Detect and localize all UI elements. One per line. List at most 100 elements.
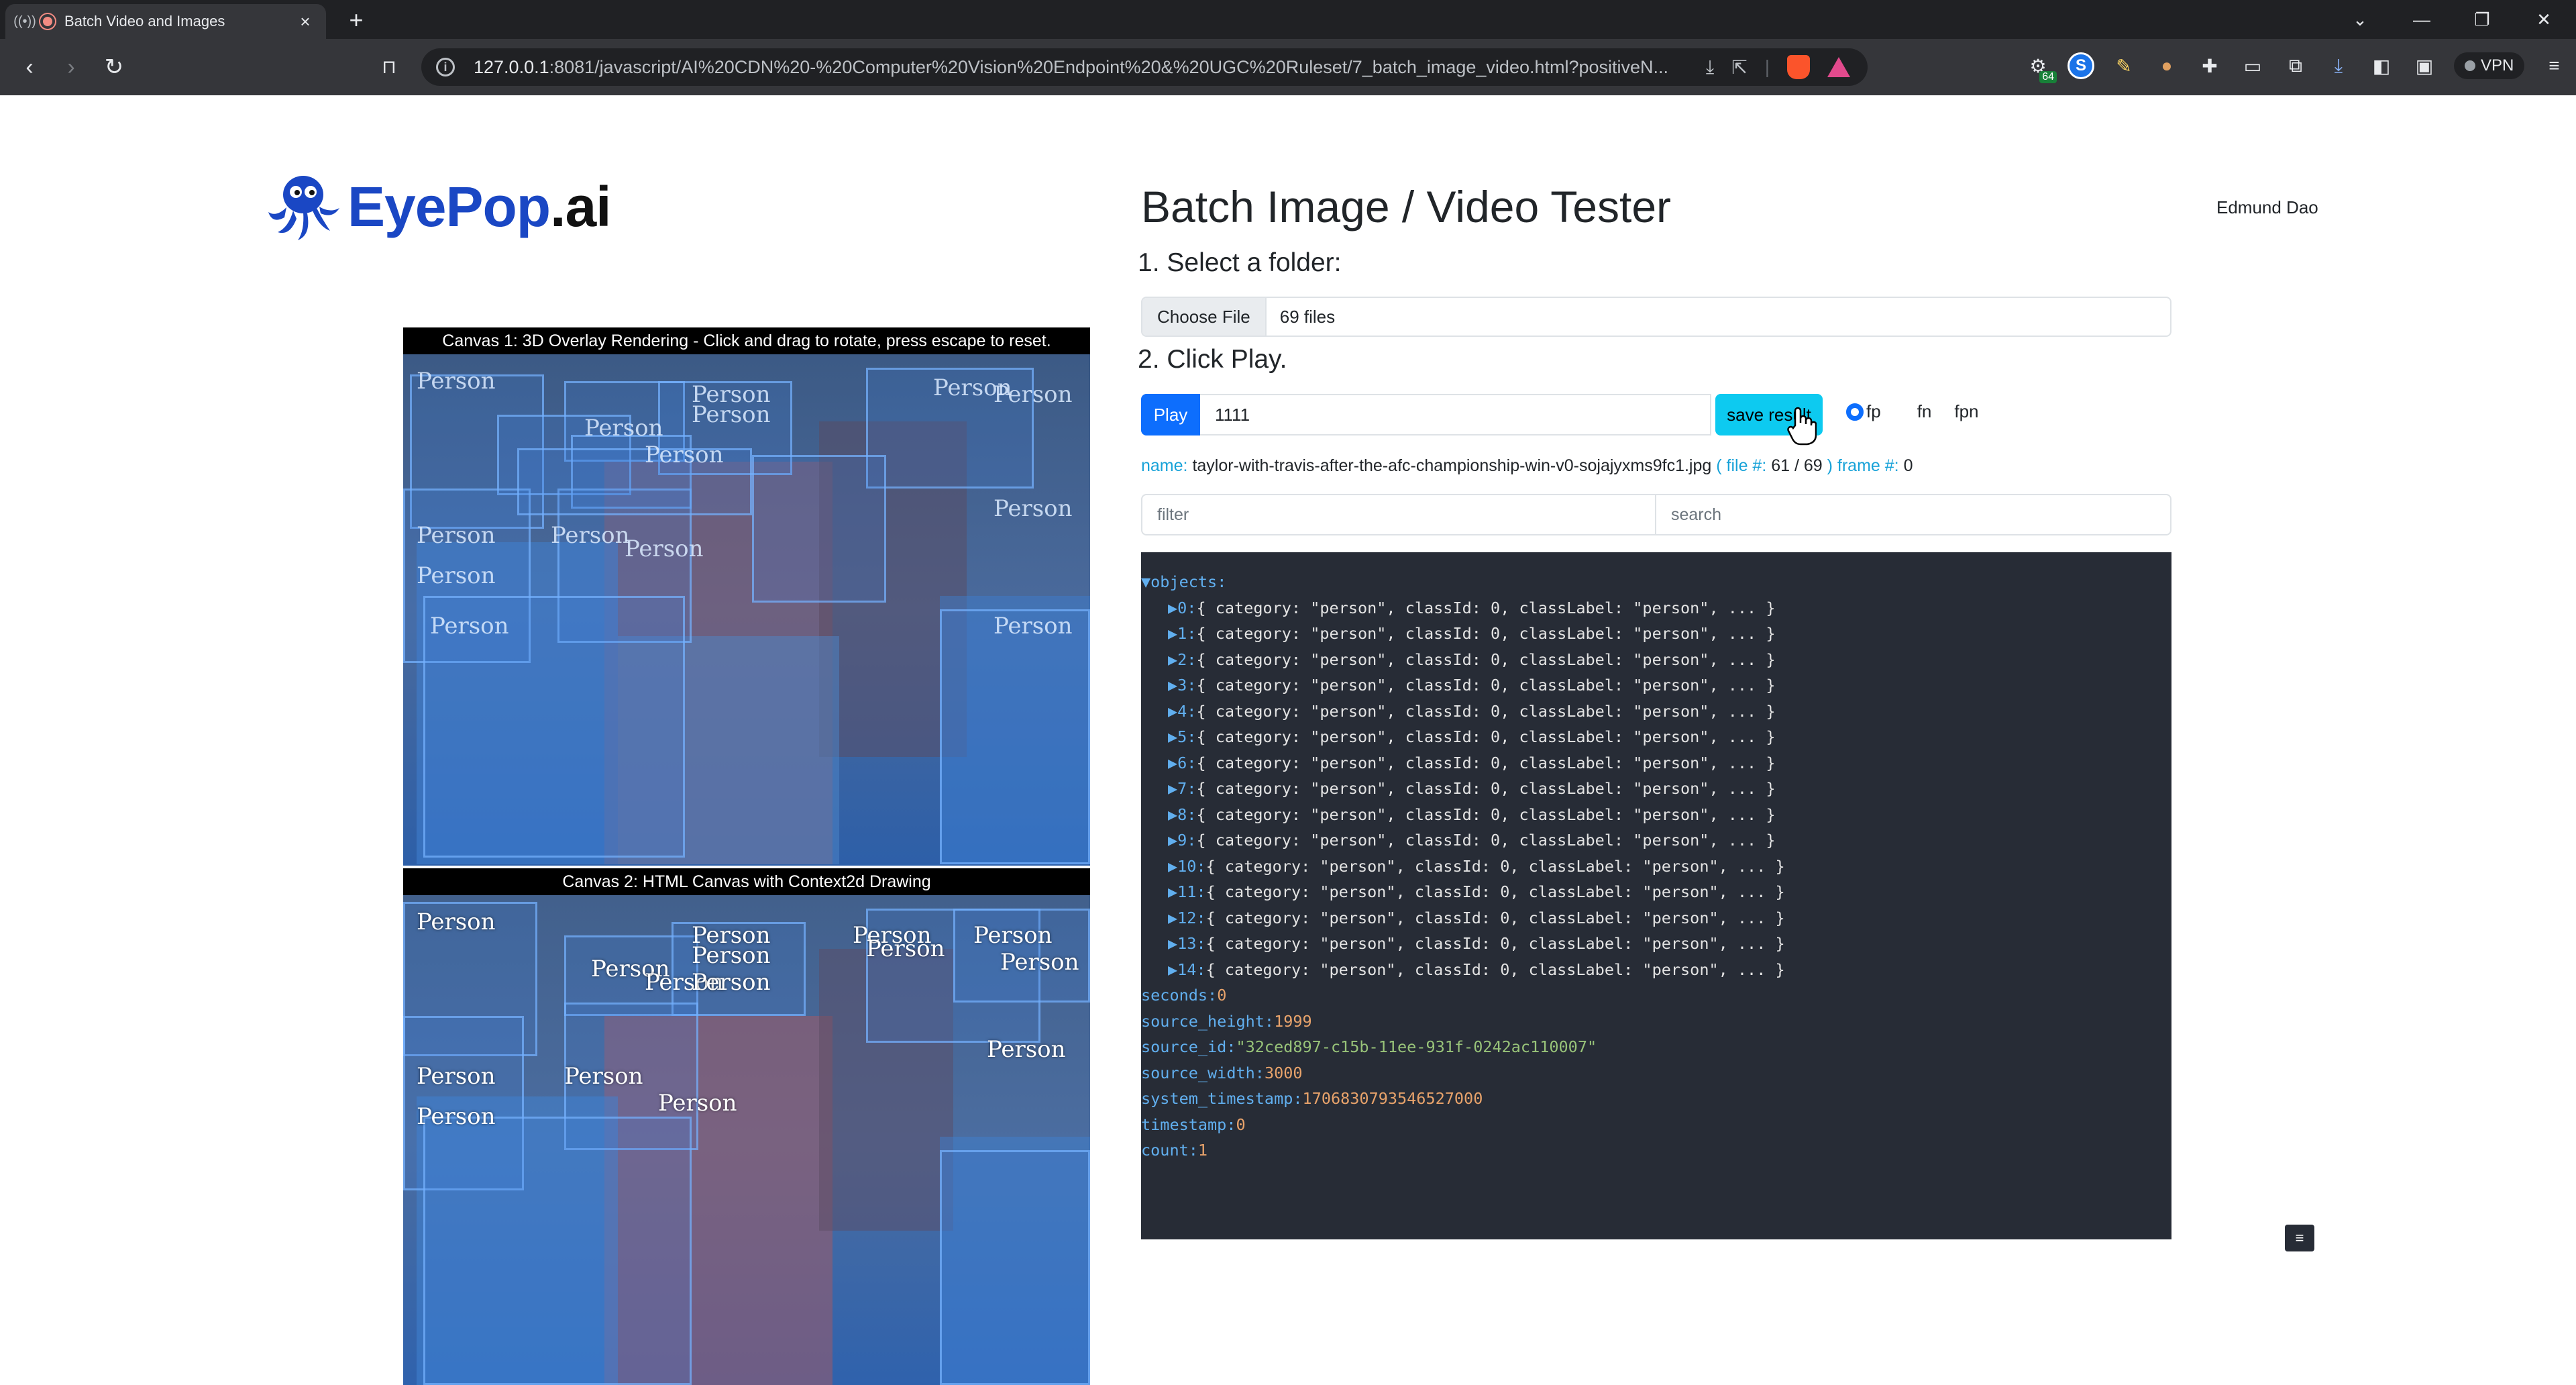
person-label: Person: [417, 1063, 496, 1090]
person-label: Person: [625, 535, 704, 562]
back-icon[interactable]: ‹: [13, 52, 46, 82]
radio-fp[interactable]: [1846, 403, 1864, 421]
brave-rewards-icon[interactable]: [1827, 57, 1850, 77]
search-input[interactable]: search: [1656, 494, 2171, 535]
choose-file-button[interactable]: Choose File: [1142, 298, 1267, 336]
page-title: Batch Image / Video Tester: [1141, 182, 1672, 232]
canvas-1-caption: Canvas 1: 3D Overlay Rendering - Click a…: [403, 327, 1090, 354]
canvas-1-image[interactable]: Person Person Person Person Person Person Pers…: [403, 354, 1090, 866]
user-name[interactable]: Edmund Dao: [2216, 197, 2318, 218]
tab-search-icon[interactable]: ⌄: [2340, 5, 2380, 34]
wallet-icon[interactable]: ▣: [2411, 52, 2438, 79]
sidebar-icon[interactable]: ◧: [2368, 52, 2395, 79]
person-label: Person: [973, 922, 1053, 949]
json-seconds-row: seconds:0: [1141, 986, 1227, 1005]
json-object-row[interactable]: ▶5:{ category: "person", classId: 0, cla…: [1168, 724, 1776, 750]
reload-icon[interactable]: ↻: [98, 52, 130, 82]
json-object-row[interactable]: ▶11:{ category: "person", classId: 0, cl…: [1168, 879, 1785, 905]
extension-badge-icon[interactable]: ⚙ 64: [2025, 52, 2057, 83]
vpn-button[interactable]: VPN: [2454, 52, 2525, 79]
seed-input[interactable]: 1111: [1200, 394, 1711, 435]
file-meta-line: name: taylor-with-travis-after-the-afc-c…: [1141, 456, 1913, 475]
json-objects-row[interactable]: ▼objects:: [1141, 569, 1226, 595]
radio-fn[interactable]: [1896, 403, 1915, 421]
url-text[interactable]: 127.0.0.1:8081/javascript/AI%20CDN%20-%2…: [474, 57, 1706, 78]
person-label: Person: [417, 522, 496, 549]
person-label: Person: [994, 495, 1073, 522]
canvas-2-image[interactable]: Person Person Person Person Person Person Pers…: [403, 895, 1090, 1385]
extension-s-icon[interactable]: S: [2068, 52, 2094, 79]
json-object-row[interactable]: ▶2:{ category: "person", classId: 0, cla…: [1168, 647, 1776, 672]
eyepop-logo: EyePop.ai: [263, 170, 612, 243]
json-object-row[interactable]: ▶6:{ category: "person", classId: 0, cla…: [1168, 750, 1776, 776]
close-tab-icon[interactable]: ×: [295, 11, 315, 32]
json-object-row[interactable]: ▶4:{ category: "person", classId: 0, cla…: [1168, 699, 1776, 724]
downloads-icon[interactable]: ⤓: [2325, 52, 2352, 79]
forward-icon[interactable]: ›: [55, 52, 87, 82]
new-tab-button[interactable]: +: [342, 7, 370, 35]
file-index: 61 / 69: [1771, 456, 1823, 475]
download-icon[interactable]: ⤓: [1706, 56, 1714, 79]
detection-box: [423, 1117, 692, 1385]
site-info-icon[interactable]: i: [436, 58, 455, 76]
json-object-row[interactable]: ▶14:{ category: "person", classId: 0, cl…: [1168, 957, 1785, 982]
person-label: Person: [564, 1063, 643, 1090]
json-object-row[interactable]: ▶13:{ category: "person", classId: 0, cl…: [1168, 931, 1785, 956]
json-object-row[interactable]: ▶9:{ category: "person", classId: 0, cla…: [1168, 827, 1776, 853]
json-timestamp-row: timestamp:0: [1141, 1115, 1246, 1134]
close-window-button[interactable]: ✕: [2524, 5, 2564, 34]
json-object-row[interactable]: ▶12:{ category: "person", classId: 0, cl…: [1168, 905, 1785, 931]
radio-fpn[interactable]: [1934, 403, 1952, 421]
json-source-id-row: source_id:"32ced897-c15b-11ee-931f-0242a…: [1141, 1037, 1597, 1056]
person-label: Person: [866, 935, 945, 962]
minimize-button[interactable]: —: [2402, 5, 2442, 34]
radio-fn-label: fn: [1917, 401, 1932, 421]
person-label: Person: [692, 401, 771, 428]
address-bar[interactable]: i 127.0.0.1:8081/javascript/AI%20CDN%20-…: [421, 48, 1868, 86]
json-source-width-row: source_width:3000: [1141, 1063, 1303, 1082]
restore-button[interactable]: ❐: [2462, 5, 2502, 34]
file-count: 69 files: [1279, 306, 1336, 327]
browser-tabbar: ((•)) Batch Video and Images × + ⌄ — ❐ ✕: [0, 0, 2576, 39]
json-object-row[interactable]: ▶7:{ category: "person", classId: 0, cla…: [1168, 776, 1776, 801]
extensions-area: ⚙ 64 S ✎ ● ✚ ▭ ⧉ ⤓ ◧ ▣ VPN ≡: [2025, 52, 2567, 83]
menu-icon[interactable]: ≡: [2540, 52, 2567, 79]
json-system-timestamp-row: system_timestamp:1706830793546527000: [1141, 1089, 1483, 1108]
person-label: Person: [987, 1036, 1066, 1063]
detection-box: [752, 455, 886, 603]
filter-input[interactable]: filter: [1141, 494, 1656, 535]
person-label: Person: [645, 442, 724, 468]
json-object-row[interactable]: ▶1:{ category: "person", classId: 0, cla…: [1168, 621, 1776, 646]
json-menu-button[interactable]: ≡: [2285, 1225, 2314, 1251]
cookie-icon[interactable]: ●: [2153, 52, 2180, 79]
browser-toolbar: ‹ › ↻ ⊓ i 127.0.0.1:8081/javascript/AI%2…: [0, 39, 2576, 95]
result-type-radios: fp fn fpn: [1846, 401, 1995, 422]
logo-text: EyePop.ai: [347, 174, 612, 238]
hand-cursor-icon: [1787, 407, 1817, 446]
json-object-row[interactable]: ▶10:{ category: "person", classId: 0, cl…: [1168, 854, 1785, 879]
json-object-row[interactable]: ▶8:{ category: "person", classId: 0, cla…: [1168, 802, 1776, 827]
json-viewer: ▼objects: ▶0:{ category: "person", class…: [1141, 552, 2171, 1239]
puzzle-extension-icon[interactable]: ✚: [2196, 52, 2223, 79]
keyboard-icon[interactable]: ▭: [2239, 52, 2266, 79]
folder-file-input[interactable]: Choose File 69 files: [1141, 297, 2171, 337]
vpn-status-icon: [2465, 60, 2475, 71]
tab-favicon-icon: ((•)): [13, 13, 36, 29]
brave-shields-icon[interactable]: [1787, 55, 1810, 79]
recording-icon: [40, 14, 55, 29]
person-label: Person: [692, 942, 771, 969]
json-object-row[interactable]: ▶0:{ category: "person", classId: 0, cla…: [1168, 595, 1776, 621]
canvas-1[interactable]: Canvas 1: 3D Overlay Rendering - Click a…: [403, 327, 1090, 866]
play-button[interactable]: Play: [1141, 394, 1200, 435]
highlighter-icon[interactable]: ✎: [2110, 52, 2137, 79]
detection-box: [940, 609, 1090, 864]
browser-tab[interactable]: ((•)) Batch Video and Images ×: [5, 4, 326, 39]
json-object-row[interactable]: ▶3:{ category: "person", classId: 0, cla…: [1168, 672, 1776, 698]
canvas-2-caption: Canvas 2: HTML Canvas with Context2d Dra…: [403, 868, 1090, 895]
canvas-2[interactable]: Canvas 2: HTML Canvas with Context2d Dra…: [403, 868, 1090, 1385]
tab-title: Batch Video and Images: [64, 13, 225, 30]
person-label: Person: [692, 969, 771, 996]
extensions-icon[interactable]: ⧉: [2282, 52, 2309, 79]
bookmark-icon[interactable]: ⊓: [373, 52, 405, 82]
share-icon[interactable]: ⇱: [1731, 56, 1747, 79]
